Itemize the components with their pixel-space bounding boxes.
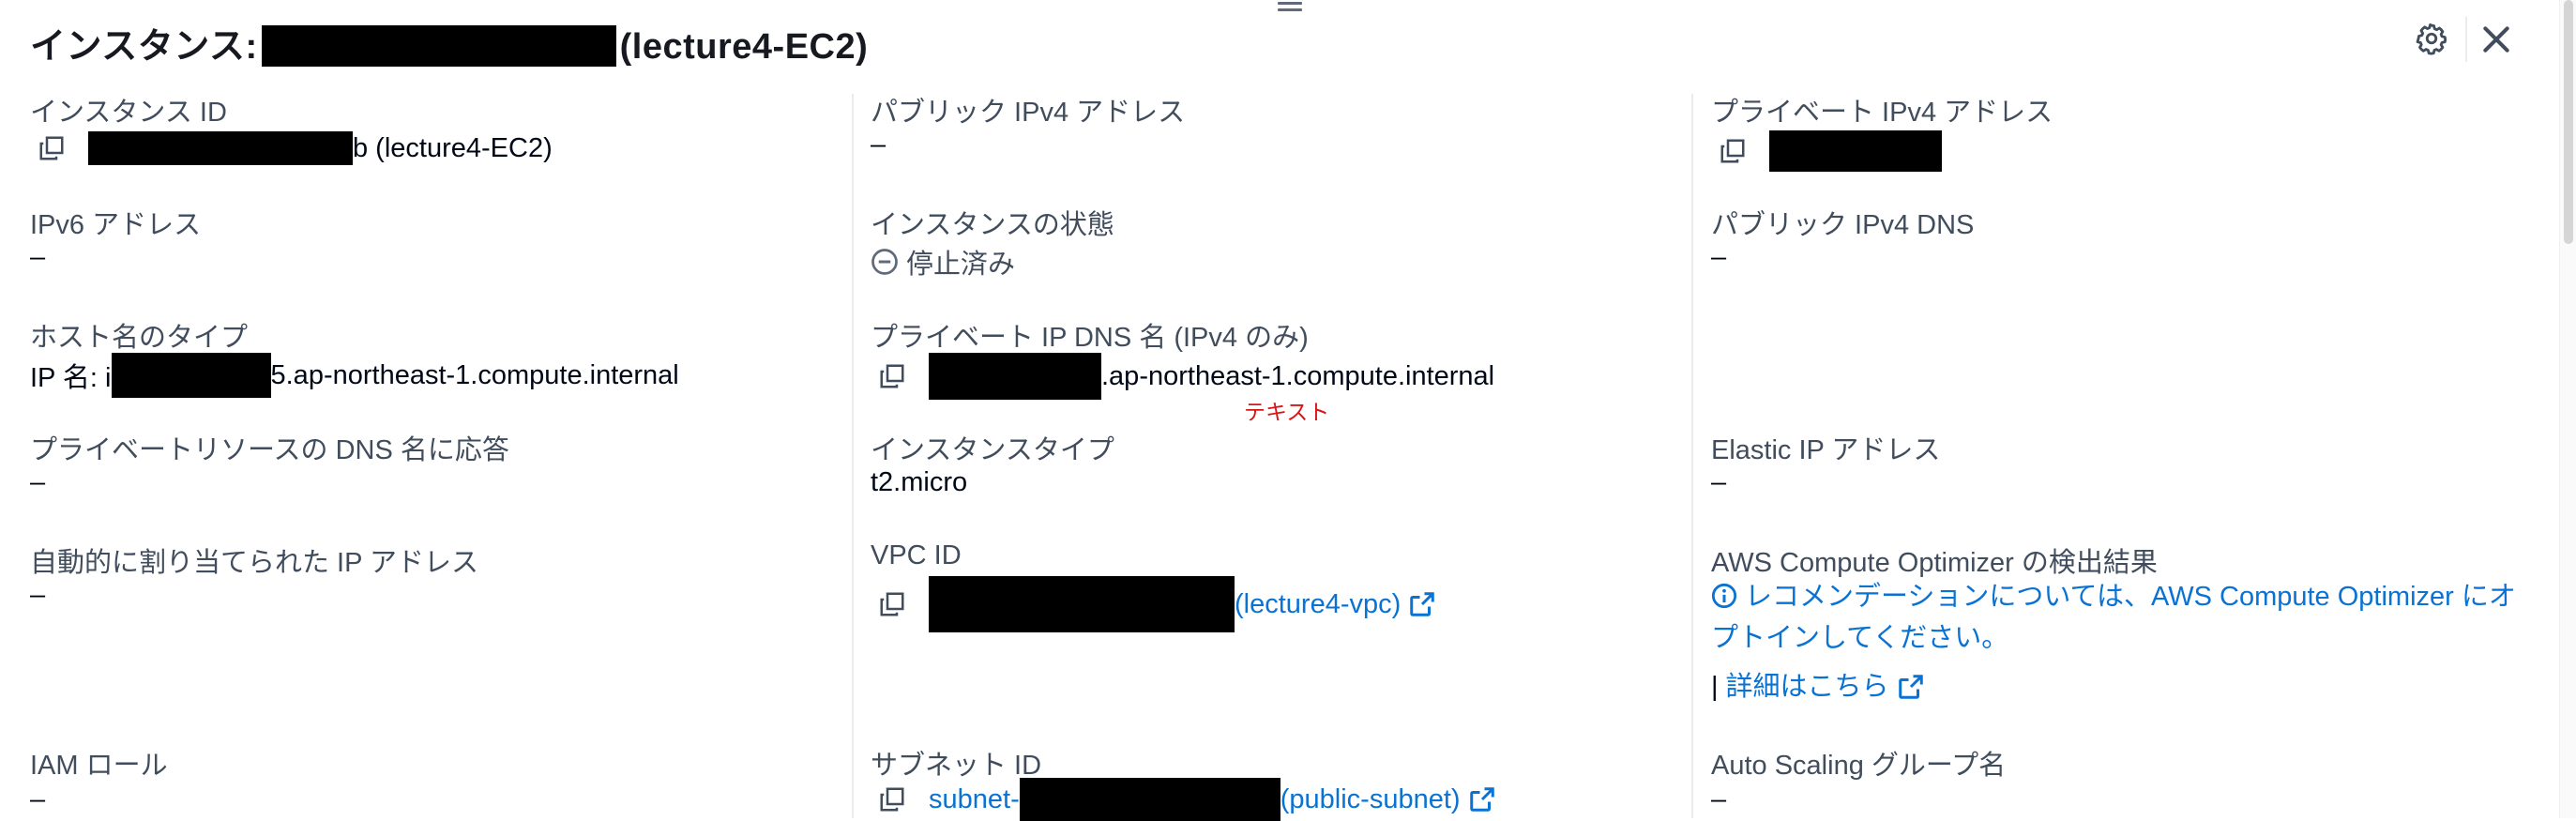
detail-link[interactable]: 詳細はこちら — [1726, 666, 1889, 707]
iam-role-label: IAM ロール — [30, 751, 168, 781]
redacted-private-ipv4 — [1769, 130, 1942, 172]
optimizer-info: レコメンデーションについては、AWS Compute Optimizer にオ … — [1711, 576, 2527, 707]
copy-icon[interactable] — [878, 590, 906, 618]
vpc-link[interactable]: (lecture4-vpc) — [1235, 589, 1401, 620]
title-suffix: (lecture4-EC2) — [619, 27, 869, 67]
private-ip-dns-value: .ap-northeast-1.compute.internal — [878, 353, 1495, 400]
hostname-suffix: 5.ap-northeast-1.compute.internal — [270, 359, 679, 390]
redacted-subnet-id — [1019, 778, 1280, 821]
column-divider — [1691, 94, 1693, 818]
column-divider — [852, 94, 854, 818]
subnet-link-prefix[interactable]: subnet- — [929, 784, 1020, 815]
private-dns-answer-label: プライベートリソースの DNS 名に応答 — [30, 435, 509, 465]
scrollbar-thumb[interactable] — [2564, 0, 2573, 244]
header-divider — [2465, 17, 2467, 62]
annotation-note: テキスト — [1244, 400, 1330, 424]
iam-role-value: – — [30, 784, 46, 814]
public-ipv4-value: – — [871, 129, 886, 160]
instance-type-label: インスタンスタイプ — [871, 435, 1114, 465]
subnet-id-value: subnet- (public-subnet) — [878, 778, 1496, 821]
elastic-ip-label: Elastic IP アドレス — [1711, 435, 1941, 465]
elastic-ip-value: – — [1711, 467, 1727, 497]
auto-ip-label: 自動的に割り当てられた IP アドレス — [30, 548, 478, 578]
vpc-id-value: (lecture4-vpc) — [878, 576, 1436, 632]
instance-id-value: b (lecture4-EC2) — [38, 129, 553, 167]
copy-icon[interactable] — [878, 785, 906, 813]
copy-icon[interactable] — [38, 134, 66, 162]
instance-state-value: 停止済み — [871, 242, 1015, 281]
external-link-icon[interactable] — [1408, 590, 1436, 618]
info-icon — [1711, 583, 1737, 609]
public-ipv4-label: パブリック IPv4 アドレス — [871, 98, 1186, 128]
private-ip-dns-label: プライベート IP DNS 名 (IPv4 のみ) — [871, 323, 1309, 353]
instance-state-text: 停止済み — [906, 250, 1016, 280]
auto-ip-value: – — [30, 580, 46, 610]
private-ipv4-value — [1719, 129, 1942, 173]
public-ipv4-dns-value: – — [1711, 242, 1727, 272]
gear-icon[interactable] — [2414, 21, 2449, 56]
external-link-icon[interactable] — [1897, 673, 1925, 701]
hostname-prefix: IP 名: i — [30, 363, 112, 393]
subnet-id-label: サブネット ID — [871, 751, 1042, 781]
optimizer-line1[interactable]: レコメンデーションについては、AWS Compute Optimizer にオ — [1711, 576, 2527, 617]
external-link-icon[interactable] — [1468, 785, 1496, 813]
redacted-hostname — [111, 353, 271, 398]
ipv6-label: IPv6 アドレス — [30, 210, 202, 240]
redacted-private-dns — [929, 353, 1101, 400]
hostname-type-label: ホスト名のタイプ — [30, 323, 249, 353]
optimizer-label: AWS Compute Optimizer の検出結果 — [1711, 548, 2158, 578]
private-dns-answer-value: – — [30, 467, 46, 497]
auto-scaling-value: – — [1711, 784, 1727, 814]
private-ip-dns-suffix: .ap-northeast-1.compute.internal — [1101, 360, 1495, 391]
title-prefix: インスタンス: — [30, 27, 258, 67]
detail-link-row: | 詳細はこちら — [1711, 666, 2527, 707]
instance-id-suffix: b (lecture4-EC2) — [353, 132, 553, 163]
instance-type-value: t2.micro — [871, 467, 968, 497]
scrollbar[interactable] — [2559, 0, 2576, 818]
page-title: インスタンス: (lecture4-EC2) — [30, 17, 868, 68]
auto-scaling-label: Auto Scaling グループ名 — [1711, 751, 2007, 781]
redacted-instance-id — [261, 25, 616, 67]
drag-handle-icon[interactable] — [1276, 0, 1304, 19]
hostname-type-value: IP 名: i 5.ap-northeast-1.compute.internal — [30, 353, 679, 398]
copy-icon[interactable] — [1719, 137, 1747, 165]
redacted-instance-id — [88, 131, 353, 165]
redacted-vpc-id — [929, 576, 1235, 632]
instance-state-label: インスタンスの状態 — [871, 210, 1114, 240]
vpc-id-label: VPC ID — [871, 540, 962, 570]
ipv6-value: – — [30, 242, 46, 272]
private-ipv4-label: プライベート IPv4 アドレス — [1711, 98, 2053, 128]
optimizer-text-1[interactable]: レコメンデーションについては、AWS Compute Optimizer にオ — [1745, 582, 2516, 612]
subnet-link[interactable]: (public-subnet) — [1280, 784, 1461, 815]
public-ipv4-dns-label: パブリック IPv4 DNS — [1711, 210, 1975, 240]
copy-icon[interactable] — [878, 362, 906, 390]
pipe-separator: | — [1711, 672, 1719, 702]
close-icon[interactable] — [2478, 21, 2515, 58]
instance-id-label: インスタンス ID — [30, 98, 227, 128]
stopped-icon — [871, 249, 898, 275]
optimizer-text-2[interactable]: プトインしてください。 — [1711, 617, 2527, 659]
